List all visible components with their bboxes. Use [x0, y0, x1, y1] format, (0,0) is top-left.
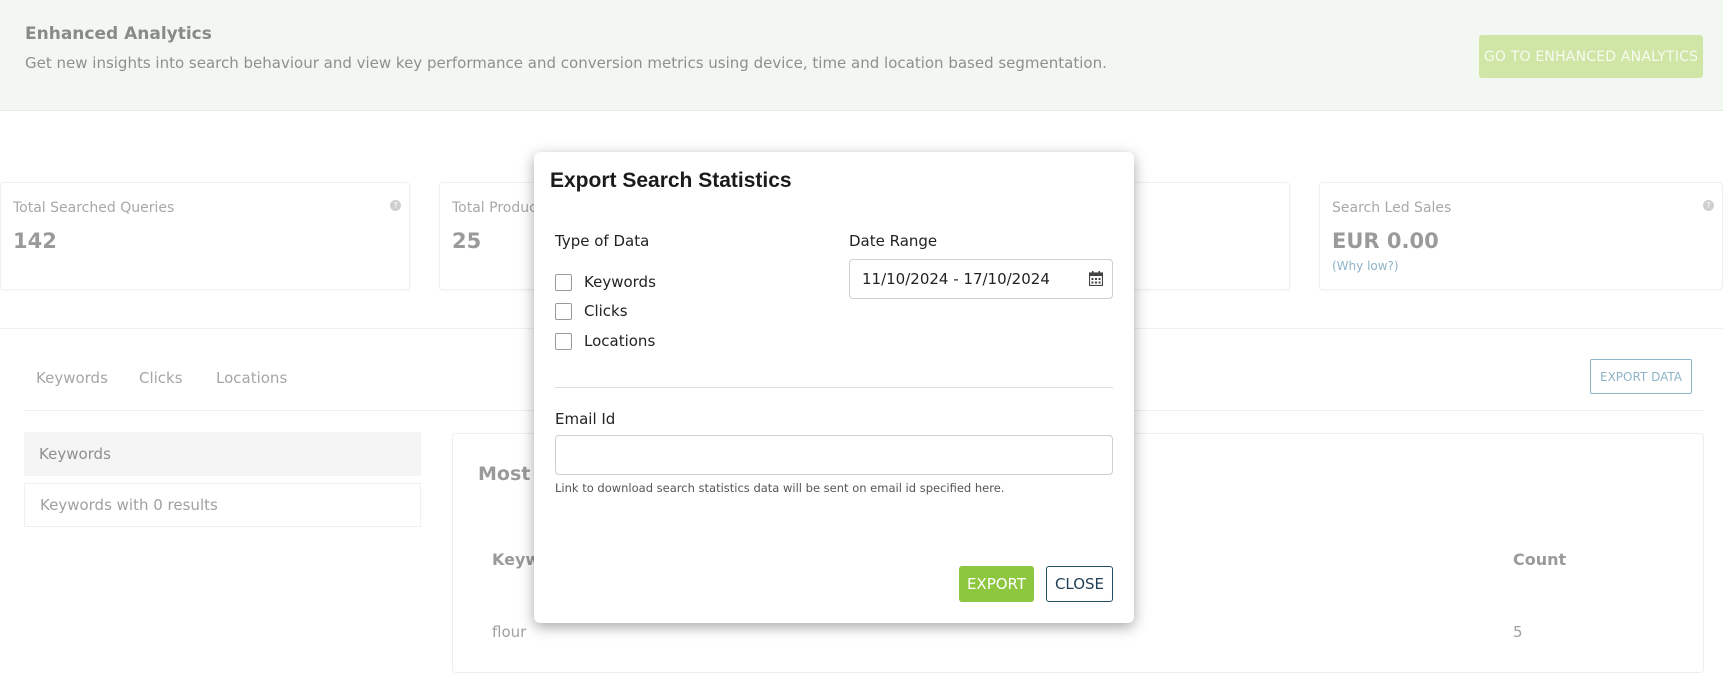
date-range-label: Date Range — [849, 232, 938, 250]
keywords-checkbox[interactable] — [555, 273, 572, 291]
close-button[interactable]: CLOSE — [1046, 566, 1113, 602]
type-of-data-label: Type of Data — [555, 232, 650, 250]
modal-title: Export Search Statistics — [550, 169, 792, 192]
date-range-input[interactable]: 11/10/2024 - 17/10/2024 — [849, 259, 1113, 299]
export-button[interactable]: EXPORT — [959, 566, 1034, 602]
option-locations[interactable]: Locations — [555, 331, 655, 351]
option-keywords[interactable]: Keywords — [555, 272, 656, 292]
clicks-checkbox[interactable] — [555, 302, 572, 320]
option-label: Locations — [584, 332, 656, 350]
modal-divider — [555, 387, 1113, 388]
locations-checkbox[interactable] — [555, 332, 572, 350]
email-id-label: Email Id — [555, 410, 616, 428]
email-help-text: Link to download search statistics data … — [555, 481, 1005, 495]
email-id-input[interactable] — [555, 435, 1113, 475]
date-range-value: 11/10/2024 - 17/10/2024 — [862, 270, 1050, 288]
option-label: Keywords — [584, 273, 656, 291]
option-clicks[interactable]: Clicks — [555, 301, 628, 321]
option-label: Clicks — [584, 302, 628, 320]
export-search-statistics-modal: Export Search Statistics Type of Data Ke… — [534, 152, 1134, 623]
calendar-icon[interactable] — [1089, 271, 1103, 286]
